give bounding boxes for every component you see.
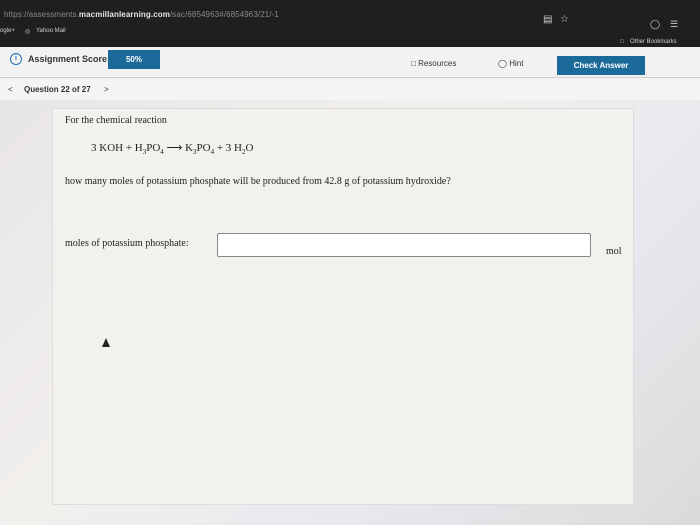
score-label: Assignment Score: [28,54,111,64]
lightbulb-icon: ◯ [498,59,507,68]
prev-question-button[interactable]: < [8,85,13,94]
chemical-equation: 3 KOH + H3PO4 ⟶ K3PO4 + 3 H2O [91,142,254,157]
other-bookmarks[interactable]: Other Bookmarks [630,39,677,45]
address-bar[interactable]: https://assessments.macmillanlearning.co… [0,0,700,25]
answer-label: moles of potassium phosphate: [65,238,189,249]
unit-label: mol [606,246,622,257]
score-badge: 50% [108,50,160,69]
next-question-button[interactable]: > [104,85,109,94]
question-panel: For the chemical reaction 3 KOH + H3PO4 … [52,108,634,505]
info-icon[interactable]: i [10,53,22,65]
folder-icon: □ [411,59,416,68]
answer-input[interactable] [217,233,591,257]
assignment-header: i Assignment Score: 50% □ Resources ◯ Hi… [0,47,700,78]
check-answer-button[interactable]: Check Answer [557,56,645,75]
bookmark-item[interactable]: ogle+ [0,28,15,34]
mouse-cursor [102,338,110,347]
folder-icon: □ [620,39,624,45]
resources-button[interactable]: □ Resources [411,59,456,68]
question-intro: For the chemical reaction [65,115,167,126]
menu-icon[interactable]: ☰ [670,19,678,30]
bookmarks-bar: ogle+ ◎ Yahoo Mail ◯ ☰ □ Other Bookmarks [0,19,700,48]
shield-icon[interactable]: ◯ [650,19,660,30]
question-text: how many moles of potassium phosphate wi… [65,176,451,187]
url-text[interactable]: https://assessments.macmillanlearning.co… [4,10,279,19]
bookmark-item[interactable]: Yahoo Mail [36,28,66,34]
question-indicator[interactable]: Question 22 of 27 [24,85,91,94]
globe-icon: ◎ [25,29,31,35]
question-nav: < Question 22 of 27 > [0,78,700,100]
hint-button[interactable]: ◯ Hint [498,59,523,68]
